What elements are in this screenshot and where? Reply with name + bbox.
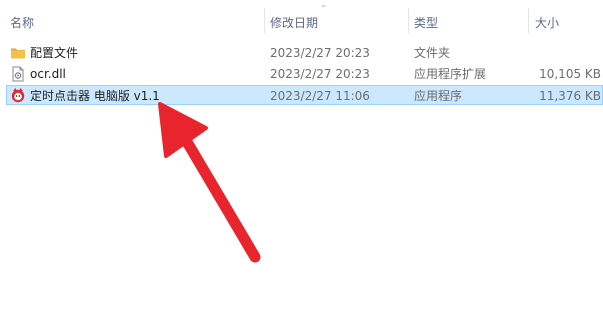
file-name: 定时点击器 电脑版 v1.1 <box>30 89 160 103</box>
column-modified-header[interactable]: 修改日期 <box>266 14 318 32</box>
file-name: ocr.dll <box>30 67 66 81</box>
column-divider[interactable] <box>408 8 409 34</box>
file-type: 文件夹 <box>414 46 451 60</box>
file-row-dll[interactable]: ocr.dll 2023/2/27 20:23 应用程序扩展 10,105 KB <box>6 64 603 84</box>
file-size: 11,376 KB <box>539 89 601 103</box>
file-row-app[interactable]: 定时点击器 电脑版 v1.1 2023/2/27 11:06 应用程序 11,3… <box>6 85 603 105</box>
file-type: 应用程序扩展 <box>414 67 487 81</box>
column-divider[interactable] <box>528 8 529 34</box>
folder-icon <box>10 45 26 61</box>
file-modified: 2023/2/27 20:23 <box>270 67 370 81</box>
column-name-header[interactable]: 名称 <box>6 14 34 32</box>
app-icon <box>10 87 26 103</box>
file-modified: 2023/2/27 20:23 <box>270 46 370 60</box>
sort-up-icon: ⌃ <box>320 4 327 13</box>
column-size-header[interactable]: 大小 <box>531 14 559 32</box>
file-type: 应用程序 <box>414 89 463 103</box>
column-header: ⌃ 名称 修改日期 类型 大小 <box>0 0 603 40</box>
file-name: 配置文件 <box>30 46 79 60</box>
column-divider[interactable] <box>264 8 265 34</box>
column-type-header[interactable]: 类型 <box>410 14 438 32</box>
file-size: 10,105 KB <box>539 67 601 81</box>
file-row-folder[interactable]: 配置文件 2023/2/27 20:23 文件夹 <box>6 43 603 63</box>
dll-file-icon <box>10 66 26 82</box>
file-modified: 2023/2/27 11:06 <box>270 89 370 103</box>
